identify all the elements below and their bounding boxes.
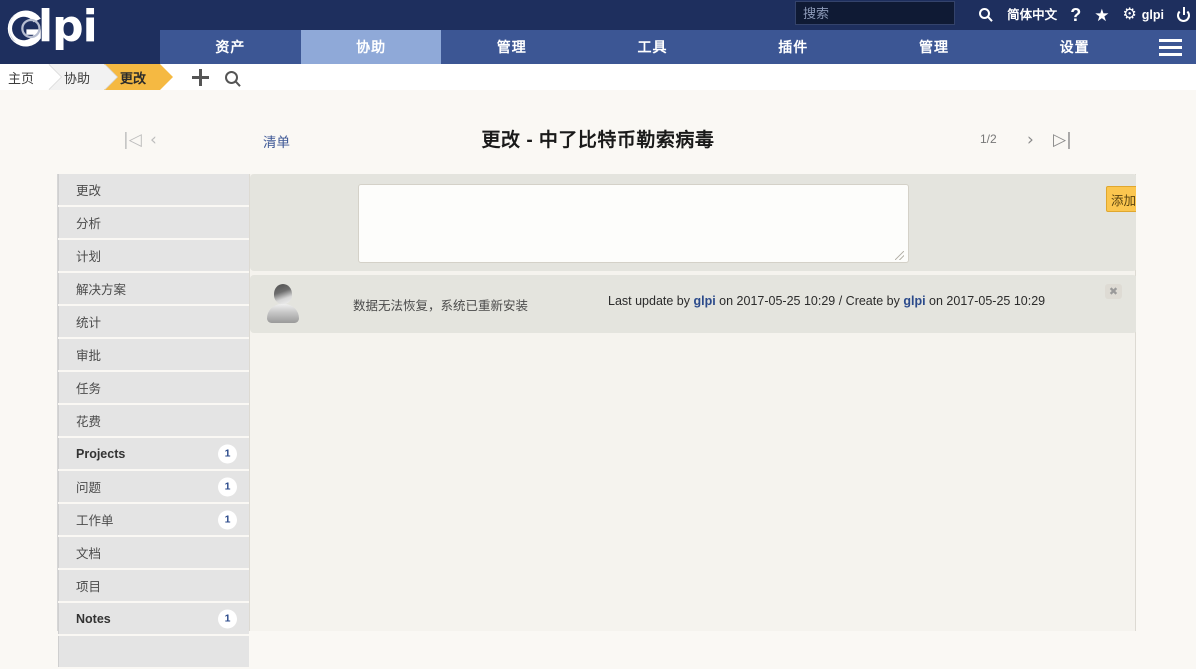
record-tabs-sidebar: 更改 分析 计划 解决方案 统计 审批 任务 花费 Projects 1 问题 … xyxy=(58,174,249,669)
sidebar-item-solution[interactable]: 解决方案 xyxy=(58,273,249,304)
breadcrumb-item-home[interactable]: 主页 xyxy=(0,64,63,90)
search-input[interactable] xyxy=(796,2,979,24)
glpi-logo: lpi xyxy=(0,0,160,64)
hamburger-menu-icon[interactable] xyxy=(1145,30,1196,64)
search-icon[interactable] xyxy=(225,70,239,84)
nav-item-assets[interactable]: 资产 xyxy=(160,30,301,64)
avatar-head-icon xyxy=(274,284,292,304)
breadcrumb-actions xyxy=(192,68,239,86)
sidebar-item-change[interactable]: 更改 xyxy=(58,174,249,205)
avatar-body-icon xyxy=(267,304,299,323)
breadcrumb-separator-icon xyxy=(105,64,119,90)
record-title-bar: |◁ ‹ 清单 更改 - 中了比特币勒索病毒 1/2 › ▷| xyxy=(0,116,1196,164)
sidebar-item-documents[interactable]: 文档 xyxy=(58,537,249,568)
sidebar-item-items[interactable]: 项目 xyxy=(58,570,249,601)
nav-item-administration[interactable]: 管理 xyxy=(864,30,1005,64)
sidebar-item-label: 解决方案 xyxy=(76,283,127,297)
content-right-margin xyxy=(1136,174,1196,631)
search-submit-button[interactable] xyxy=(979,2,990,24)
next-record-button[interactable]: › xyxy=(1027,130,1034,150)
nav-item-setup[interactable]: 设置 xyxy=(1004,30,1145,64)
gear-icon: ⚙ xyxy=(1122,6,1137,23)
bookmark-star-icon[interactable]: ★ xyxy=(1094,7,1109,24)
sidebar-item-approval[interactable]: 审批 xyxy=(58,339,249,370)
logout-button[interactable] xyxy=(1177,6,1190,22)
sidebar-item-label: 分析 xyxy=(76,217,102,231)
sidebar-item-badge: 1 xyxy=(218,510,237,529)
sidebar-item-label: 文档 xyxy=(76,547,102,561)
sidebar-item-label: 花费 xyxy=(76,415,102,429)
sidebar-item-plan[interactable]: 计划 xyxy=(58,240,249,271)
notes-content-panel: 添加 数据无法恢复，系统已重新安装 Last update by glpi on… xyxy=(249,174,1141,631)
language-selector[interactable]: 简体中文 xyxy=(1007,9,1057,22)
note-text: 数据无法恢复，系统已重新安装 xyxy=(353,299,529,313)
note-meta-updater[interactable]: glpi xyxy=(693,294,715,308)
logo-text: lpi xyxy=(38,1,98,52)
breadcrumb-label: 主页 xyxy=(8,70,35,86)
last-record-button[interactable]: ▷| xyxy=(1053,130,1072,150)
note-compose-card: 添加 xyxy=(250,174,1141,271)
sidebar-item-label: 工作单 xyxy=(76,514,114,528)
nav-item-tools[interactable]: 工具 xyxy=(582,30,723,64)
logo-area[interactable]: lpi xyxy=(0,5,160,64)
note-meta-creator[interactable]: glpi xyxy=(903,294,925,308)
sidebar-item-analysis[interactable]: 分析 xyxy=(58,207,249,238)
note-metadata: Last update by glpi on 2017-05-25 10:29 … xyxy=(608,294,1045,308)
breadcrumb: 主页 协助 更改 xyxy=(0,64,1196,90)
sidebar-item-label: Projects xyxy=(76,446,126,461)
user-settings-menu[interactable]: ⚙ glpi xyxy=(1122,7,1164,23)
sidebar-item-label: 任务 xyxy=(76,382,102,396)
sidebar-item-tickets[interactable]: 工作单 1 xyxy=(58,504,249,535)
sidebar-item-label: 项目 xyxy=(76,580,102,594)
sidebar-item-more[interactable] xyxy=(58,636,249,667)
power-icon xyxy=(1177,6,1190,22)
breadcrumb-label: 更改 xyxy=(120,70,147,86)
nav-item-management[interactable]: 管理 xyxy=(441,30,582,64)
nav-item-assistance[interactable]: 协助 xyxy=(300,30,442,64)
sidebar-item-badge: 1 xyxy=(218,444,237,463)
main-navigation: lpi 资产 协助 管理 工具 插件 管理 设置 xyxy=(0,5,1196,64)
note-item-card: 数据无法恢复，系统已重新安装 Last update by glpi on 20… xyxy=(250,275,1137,333)
avatar xyxy=(263,284,303,324)
sidebar-item-projects[interactable]: Projects 1 xyxy=(58,438,249,469)
global-search[interactable] xyxy=(795,1,990,25)
note-meta-mid: on 2017-05-25 10:29 / Create by xyxy=(715,294,904,308)
top-right-actions: 简体中文 ? ★ ⚙ glpi xyxy=(1007,0,1190,30)
sidebar-item-badge: 1 xyxy=(218,609,237,628)
note-meta-prefix: Last update by xyxy=(608,294,694,308)
sidebar-item-notes[interactable]: Notes 1 xyxy=(58,603,249,634)
page-body: |◁ ‹ 清单 更改 - 中了比特币勒索病毒 1/2 › ▷| 更改 分析 计划… xyxy=(0,90,1196,667)
sidebar-item-badge: 1 xyxy=(218,477,237,496)
user-name-label: glpi xyxy=(1141,7,1164,22)
sidebar-item-problems[interactable]: 问题 1 xyxy=(58,471,249,502)
sidebar-item-label: 更改 xyxy=(76,184,102,198)
sidebar-item-label: Notes xyxy=(76,611,111,626)
breadcrumb-label: 协助 xyxy=(64,70,91,86)
search-icon xyxy=(979,7,990,19)
help-icon[interactable]: ? xyxy=(1070,6,1081,24)
close-icon[interactable]: ✖ xyxy=(1105,284,1122,299)
sidebar-item-label: 计划 xyxy=(76,250,102,264)
sidebar-item-task[interactable]: 任务 xyxy=(58,372,249,403)
nav-item-plugins[interactable]: 插件 xyxy=(723,30,864,64)
page-counter: 1/2 xyxy=(980,132,997,146)
sidebar-item-label: 审批 xyxy=(76,349,102,363)
note-compose-textarea[interactable] xyxy=(358,184,909,263)
sidebar-item-label: 问题 xyxy=(76,481,102,495)
sidebar-item-label: 统计 xyxy=(76,316,102,330)
breadcrumb-separator-icon xyxy=(49,64,63,90)
page-title: 更改 - 中了比特币勒索病毒 xyxy=(481,130,715,151)
sidebar-item-statistics[interactable]: 统计 xyxy=(58,306,249,337)
add-icon[interactable] xyxy=(192,68,210,86)
sidebar-item-cost[interactable]: 花费 xyxy=(58,405,249,436)
note-meta-suffix: on 2017-05-25 10:29 xyxy=(925,294,1046,308)
top-bar: 简体中文 ? ★ ⚙ glpi xyxy=(0,0,1196,30)
